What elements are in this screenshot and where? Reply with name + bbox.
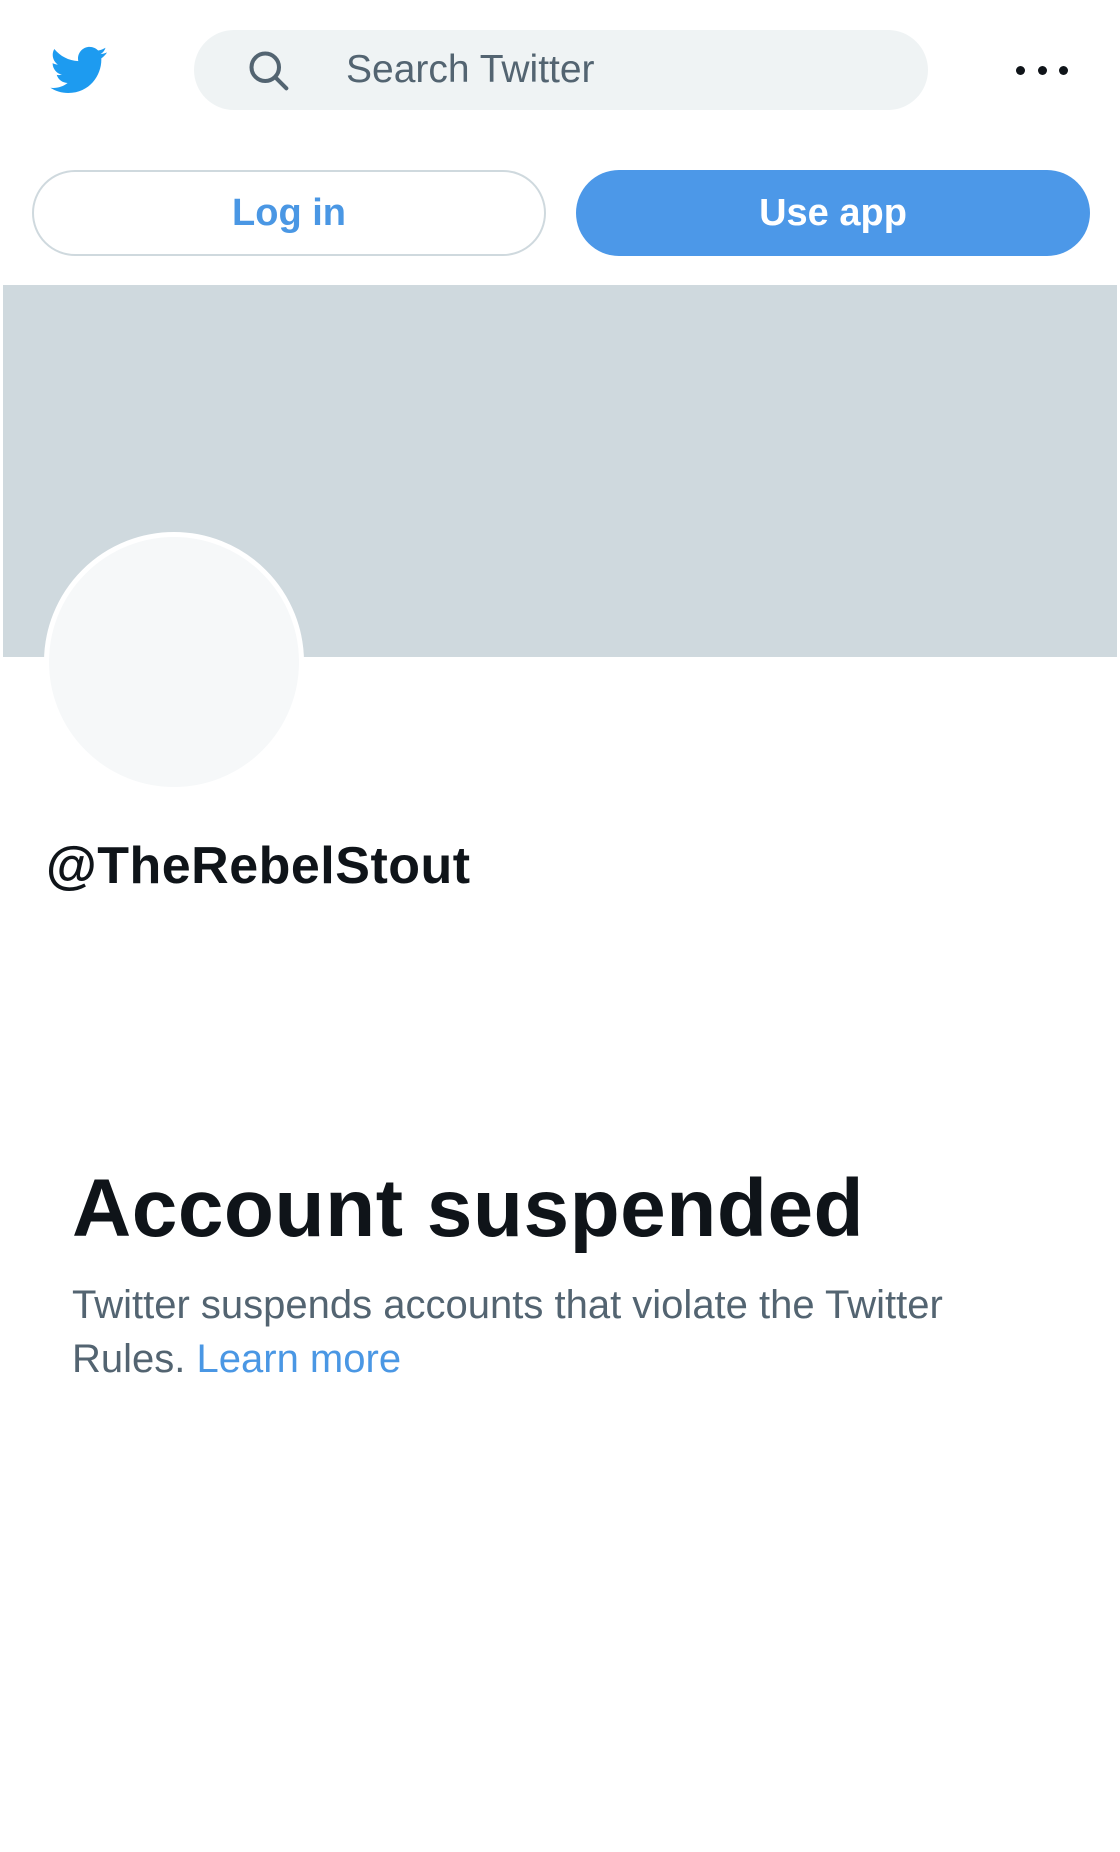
twitter-bird-icon[interactable] xyxy=(44,40,112,100)
dot xyxy=(1016,65,1025,75)
suspended-message: Twitter suspends accounts that violate t… xyxy=(72,1278,1032,1386)
search-placeholder[interactable]: Search Twitter xyxy=(346,30,595,110)
search-icon xyxy=(249,51,289,91)
dot xyxy=(1059,65,1068,75)
more-horizontal-icon[interactable] xyxy=(1016,50,1068,90)
top-bar: Search Twitter xyxy=(0,0,1120,140)
search-bar[interactable]: Search Twitter xyxy=(194,30,928,110)
login-button[interactable]: Log in xyxy=(32,170,546,256)
learn-more-link[interactable]: Learn more xyxy=(197,1337,402,1381)
profile-handle: @TheRebelStout xyxy=(46,837,471,895)
dot xyxy=(1037,65,1047,75)
use-app-button[interactable]: Use app xyxy=(576,170,1090,256)
suspended-title: Account suspended xyxy=(72,1163,865,1254)
avatar xyxy=(44,532,304,792)
